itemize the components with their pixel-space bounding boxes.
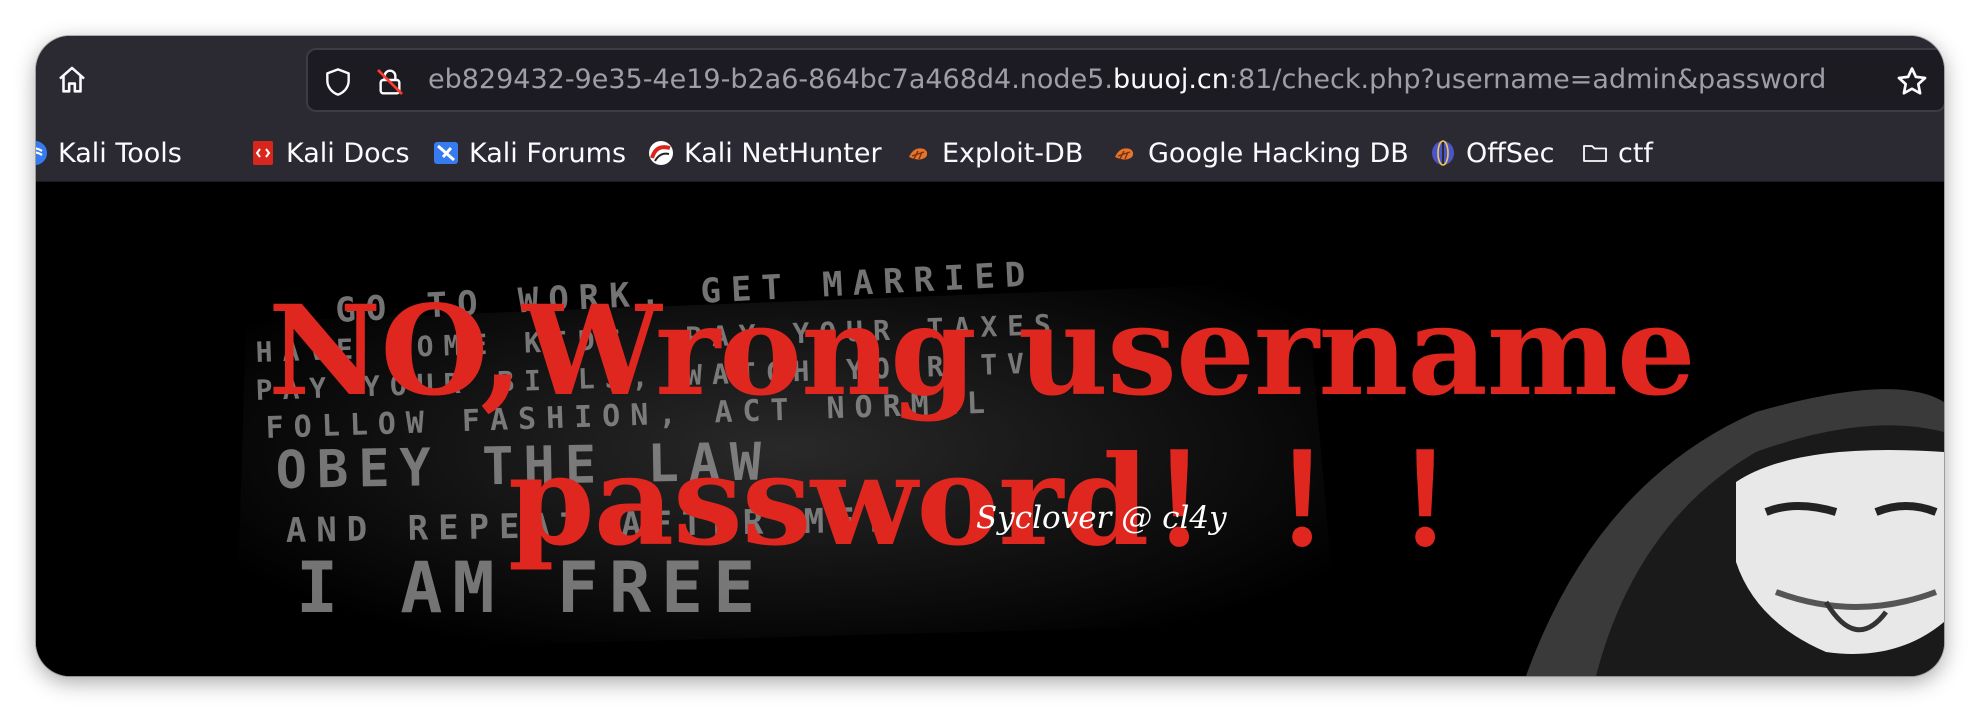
bookmark-google-hacking-db[interactable]: Google Hacking DB bbox=[1112, 124, 1409, 181]
address-bar[interactable]: eb829432-9e35-4e19-b2a6-864bc7a468d4.nod… bbox=[306, 48, 1944, 112]
bookmark-star-icon[interactable] bbox=[1894, 64, 1930, 100]
browser-window: eb829432-9e35-4e19-b2a6-864bc7a468d4.nod… bbox=[36, 36, 1944, 676]
bookmark-label: Google Hacking DB bbox=[1148, 137, 1409, 169]
bookmark-kali-tools[interactable]: Kali Tools bbox=[36, 124, 182, 181]
bookmarks-toolbar: Kali Tools Kali Docs Kali Forums Kali Ne… bbox=[36, 124, 1944, 182]
offsec-icon bbox=[1432, 140, 1454, 166]
kali-forums-icon bbox=[434, 142, 458, 164]
bookmark-folder-ctf[interactable]: ctf bbox=[1582, 124, 1653, 181]
insecure-lock-icon[interactable] bbox=[374, 66, 406, 98]
browser-toolbar: eb829432-9e35-4e19-b2a6-864bc7a468d4.nod… bbox=[36, 36, 1944, 124]
url-suffix: :81/check.php?username=admin&password=a bbox=[1228, 64, 1828, 95]
bookmark-label: OffSec bbox=[1466, 137, 1555, 169]
shield-icon[interactable] bbox=[322, 66, 354, 98]
exploit-db-icon bbox=[909, 148, 928, 160]
bookmark-kali-docs[interactable]: Kali Docs bbox=[250, 124, 410, 181]
credit-text: Syclover @ cl4y bbox=[976, 500, 1227, 536]
bookmark-kali-forums[interactable]: Kali Forums bbox=[433, 124, 627, 181]
kali-nethunter-icon bbox=[649, 141, 673, 165]
bookmark-kali-nethunter[interactable]: Kali NetHunter bbox=[648, 124, 882, 181]
bookmark-exploit-db[interactable]: Exploit-DB bbox=[906, 124, 1084, 181]
exploit-db-icon bbox=[1115, 148, 1134, 160]
bookmark-label: Exploit-DB bbox=[942, 137, 1084, 169]
folder-icon bbox=[1583, 145, 1607, 162]
bookmark-label: ctf bbox=[1618, 137, 1653, 169]
url-prefix: eb829432-9e35-4e19-b2a6-864bc7a468d4.nod… bbox=[428, 64, 1113, 95]
page-content: GO TO WORK, GET MARRIED HAVE SOME KIDS, … bbox=[36, 182, 1944, 676]
bookmark-label: Kali Tools bbox=[58, 137, 182, 169]
bookmark-offsec[interactable]: OffSec bbox=[1430, 124, 1555, 181]
home-icon[interactable] bbox=[50, 58, 94, 102]
kali-docs-icon bbox=[253, 141, 273, 165]
bookmark-label: Kali NetHunter bbox=[684, 137, 882, 169]
error-message-line1: NO,Wrong username bbox=[268, 279, 1696, 424]
bookmark-label: Kali Docs bbox=[286, 137, 410, 169]
url-domain: buuoj.cn bbox=[1112, 64, 1229, 95]
url-text[interactable]: eb829432-9e35-4e19-b2a6-864bc7a468d4.nod… bbox=[428, 50, 1828, 110]
kali-dragon-icon bbox=[36, 141, 47, 165]
bookmark-label: Kali Forums bbox=[469, 137, 627, 169]
